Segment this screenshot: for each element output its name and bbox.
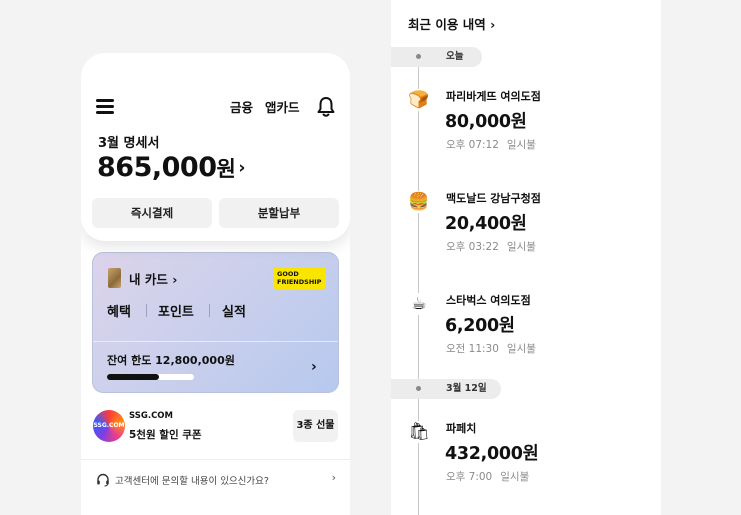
chevron-right-icon[interactable]: › bbox=[311, 359, 317, 375]
burger-icon: 🍔 bbox=[408, 191, 430, 213]
recent-history-label: 최근 이용 내역 bbox=[408, 17, 486, 32]
tab-divider bbox=[209, 304, 210, 317]
transaction-meta: 오후 07:12 일시불 bbox=[446, 137, 536, 152]
badge-line-2: FRIENDSHIP bbox=[277, 278, 322, 286]
nav-appcard-link[interactable]: 앱카드 bbox=[265, 97, 300, 116]
installment-button[interactable]: 분할납부 bbox=[219, 198, 339, 228]
transaction-time: 오후 07:12 bbox=[446, 139, 499, 151]
payment-type: 일시불 bbox=[506, 241, 536, 253]
date-header: 3월 12일 bbox=[391, 379, 501, 399]
bread-icon: 🍞 bbox=[408, 89, 430, 111]
transaction-time: 오후 03:22 bbox=[446, 241, 499, 253]
date-label: 3월 12일 bbox=[446, 383, 487, 394]
date-header: 오늘 bbox=[391, 47, 482, 67]
badge-line-1: GOOD bbox=[277, 270, 299, 278]
transaction-amount: 80,000원 bbox=[445, 112, 527, 132]
tab-performance[interactable]: 실적 bbox=[222, 301, 246, 320]
transaction-amount: 432,000원 bbox=[445, 444, 539, 464]
payment-type: 일시불 bbox=[506, 139, 536, 151]
remaining-limit-label: 잔여 한도 12,800,000원 bbox=[107, 354, 235, 367]
transaction-time: 오후 7:00 bbox=[446, 471, 493, 483]
transaction-item[interactable]: 🛍 파페치 432,000원 오후 7:00 일시불 bbox=[391, 420, 661, 500]
payment-type: 일시불 bbox=[500, 471, 530, 483]
transaction-item[interactable]: ☕ 스타벅스 여의도점 6,200원 오전 11:30 일시불 bbox=[391, 292, 661, 372]
limit-progress-fill bbox=[107, 374, 160, 380]
promo-banner[interactable]: SSG.COM SSG.COM 5천원 할인 쿠폰 3종 선물 bbox=[92, 408, 339, 448]
promo-text: 5천원 할인 쿠폰 bbox=[129, 429, 202, 441]
recent-history-panel: 최근 이용 내역 › 오늘 🍞 파리바게뜨 여의도점 80,000원 오후 07… bbox=[391, 0, 661, 515]
good-friendship-badge: GOOD FRIENDSHIP bbox=[273, 267, 326, 289]
nav-finance-link[interactable]: 금융 bbox=[230, 97, 253, 116]
merchant-name: 맥도날드 강남구청점 bbox=[446, 192, 541, 205]
bell-icon[interactable] bbox=[316, 96, 336, 118]
chevron-right-icon: › bbox=[172, 272, 178, 287]
shopping-bag-icon: 🛍 bbox=[408, 421, 430, 443]
ssg-logo: SSG.COM bbox=[93, 410, 125, 442]
statement-amount[interactable]: 865,000원 › bbox=[97, 152, 245, 183]
gift-button[interactable]: 3종 선물 bbox=[293, 410, 338, 442]
chevron-right-icon: › bbox=[331, 471, 336, 484]
timeline-dot bbox=[416, 54, 421, 59]
my-card-panel: 내 카드 › GOOD FRIENDSHIP 혜택 포인트 실적 잔여 한도 12… bbox=[92, 252, 339, 393]
card-app-screen: 금융 앱카드 3월 명세서 865,000원 › 즉시결제 분할납부 내 카드 ›… bbox=[81, 53, 350, 515]
merchant-name: 파페치 bbox=[446, 422, 477, 435]
transaction-amount: 6,200원 bbox=[445, 316, 515, 336]
merchant-name: 스타벅스 여의도점 bbox=[446, 294, 531, 307]
card-divider bbox=[93, 341, 338, 342]
chevron-right-icon: › bbox=[490, 17, 496, 32]
tab-points[interactable]: 포인트 bbox=[158, 301, 194, 320]
my-card-label: 내 카드 bbox=[129, 272, 168, 287]
coffee-icon: ☕ bbox=[408, 293, 430, 315]
my-card-link[interactable]: 내 카드 › bbox=[129, 269, 177, 288]
transaction-item[interactable]: 🍞 파리바게뜨 여의도점 80,000원 오후 07:12 일시불 bbox=[391, 88, 661, 168]
transaction-amount: 20,400원 bbox=[445, 214, 527, 234]
limit-progress-bar bbox=[107, 374, 194, 380]
customer-center-link[interactable]: 고객센터에 문의할 내용이 있으신가요? › bbox=[96, 471, 336, 489]
merchant-name: 파리바게뜨 여의도점 bbox=[446, 90, 541, 103]
statement-amount-value: 865,000 bbox=[97, 152, 217, 183]
promo-brand: SSG.COM bbox=[129, 411, 173, 421]
tab-divider bbox=[146, 304, 147, 317]
statement-currency: 원 bbox=[216, 157, 236, 181]
transaction-meta: 오전 11:30 일시불 bbox=[446, 341, 536, 356]
chevron-right-icon: › bbox=[238, 158, 245, 178]
transaction-time: 오전 11:30 bbox=[446, 343, 499, 355]
divider bbox=[81, 459, 350, 460]
pay-now-button[interactable]: 즉시결제 bbox=[92, 198, 212, 228]
card-thumbnail-icon bbox=[108, 268, 121, 288]
hamburger-icon[interactable] bbox=[96, 99, 114, 114]
transaction-meta: 오후 03:22 일시불 bbox=[446, 239, 536, 254]
transaction-meta: 오후 7:00 일시불 bbox=[446, 469, 529, 484]
timeline-dot bbox=[416, 386, 421, 391]
statement-title: 3월 명세서 bbox=[98, 136, 160, 151]
transaction-item[interactable]: 🍔 맥도날드 강남구청점 20,400원 오후 03:22 일시불 bbox=[391, 190, 661, 270]
tab-benefits[interactable]: 혜택 bbox=[107, 301, 131, 320]
recent-history-title[interactable]: 최근 이용 내역 › bbox=[408, 14, 495, 33]
statement-panel: 금융 앱카드 3월 명세서 865,000원 › 즉시결제 분할납부 bbox=[81, 53, 350, 241]
date-label: 오늘 bbox=[446, 51, 464, 62]
customer-center-text: 고객센터에 문의할 내용이 있으신가요? bbox=[115, 476, 269, 487]
payment-type: 일시불 bbox=[506, 343, 536, 355]
headset-icon bbox=[97, 473, 109, 487]
